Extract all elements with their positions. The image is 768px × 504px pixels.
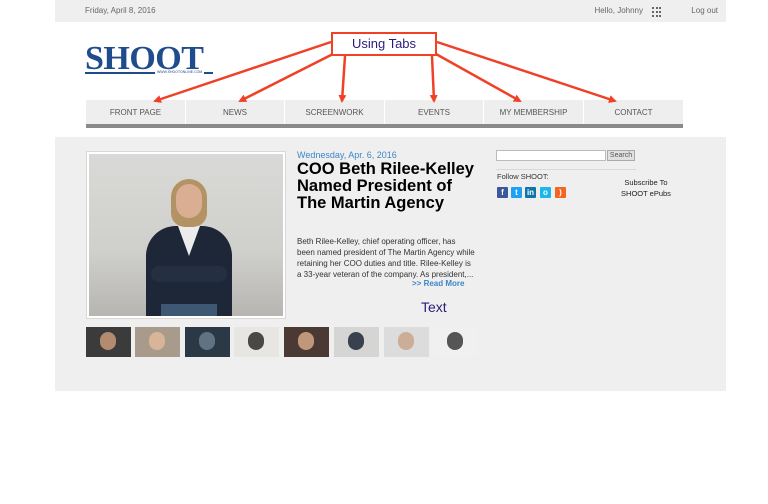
tab-screenwork[interactable]: SCREENWORK	[285, 100, 385, 124]
using-tabs-callout: Using Tabs	[331, 32, 437, 56]
subscribe-link[interactable]: Subscribe To SHOOT ePubs	[620, 177, 672, 199]
vimeo-icon[interactable]: o	[540, 187, 551, 198]
tab-my-membership[interactable]: MY MEMBERSHIP	[484, 100, 584, 124]
article-date: Wednesday, Apr. 6, 2016	[297, 150, 397, 160]
thumbnail-1[interactable]	[86, 327, 131, 357]
logo-tagline: WWW.SHOOTONLINE.COM	[155, 70, 205, 74]
thumbnail-3[interactable]	[185, 327, 230, 357]
tab-contact[interactable]: CONTACT	[584, 100, 683, 124]
tab-news[interactable]: NEWS	[186, 100, 285, 124]
tab-events[interactable]: EVENTS	[385, 100, 484, 124]
top-bar: Friday, April 8, 2016 Hello, Johnny Log …	[55, 0, 726, 22]
thumbnail-6[interactable]	[334, 327, 379, 357]
thumbnail-4[interactable]	[234, 327, 279, 357]
rss-icon[interactable]: )	[555, 187, 566, 198]
portrait-photo	[89, 154, 283, 316]
current-date: Friday, April 8, 2016	[85, 6, 156, 15]
tab-front-page[interactable]: FRONT PAGE	[86, 100, 186, 124]
article-teaser: Beth Rilee-Kelley, chief operating offic…	[297, 237, 475, 279]
thumbnail-2[interactable]	[135, 327, 180, 357]
featured-article-image[interactable]	[86, 151, 286, 319]
callout-label: Using Tabs	[351, 36, 417, 51]
thumbnail-8[interactable]	[433, 327, 478, 357]
text-annotation: Text	[421, 299, 447, 315]
nav-underline	[86, 124, 683, 128]
read-more-link[interactable]: >> Read More	[412, 279, 464, 288]
user-greeting: Hello, Johnny	[594, 6, 643, 15]
thumbnail-5[interactable]	[284, 327, 329, 357]
apps-grid-icon[interactable]	[652, 7, 662, 17]
facebook-icon[interactable]: f	[497, 187, 508, 198]
article-headline[interactable]: COO Beth Rilee-Kelley Named President of…	[297, 161, 477, 212]
thumbnail-7[interactable]	[384, 327, 429, 357]
logout-link[interactable]: Log out	[691, 6, 718, 15]
sidebar-divider	[496, 169, 636, 170]
linkedin-icon[interactable]: in	[525, 187, 536, 198]
main-nav: FRONT PAGE NEWS SCREENWORK EVENTS MY MEM…	[86, 100, 683, 124]
follow-label: Follow SHOOT:	[497, 172, 549, 181]
twitter-icon[interactable]: t	[511, 187, 522, 198]
search-input[interactable]	[496, 150, 606, 161]
search-button[interactable]: Search	[607, 150, 635, 161]
